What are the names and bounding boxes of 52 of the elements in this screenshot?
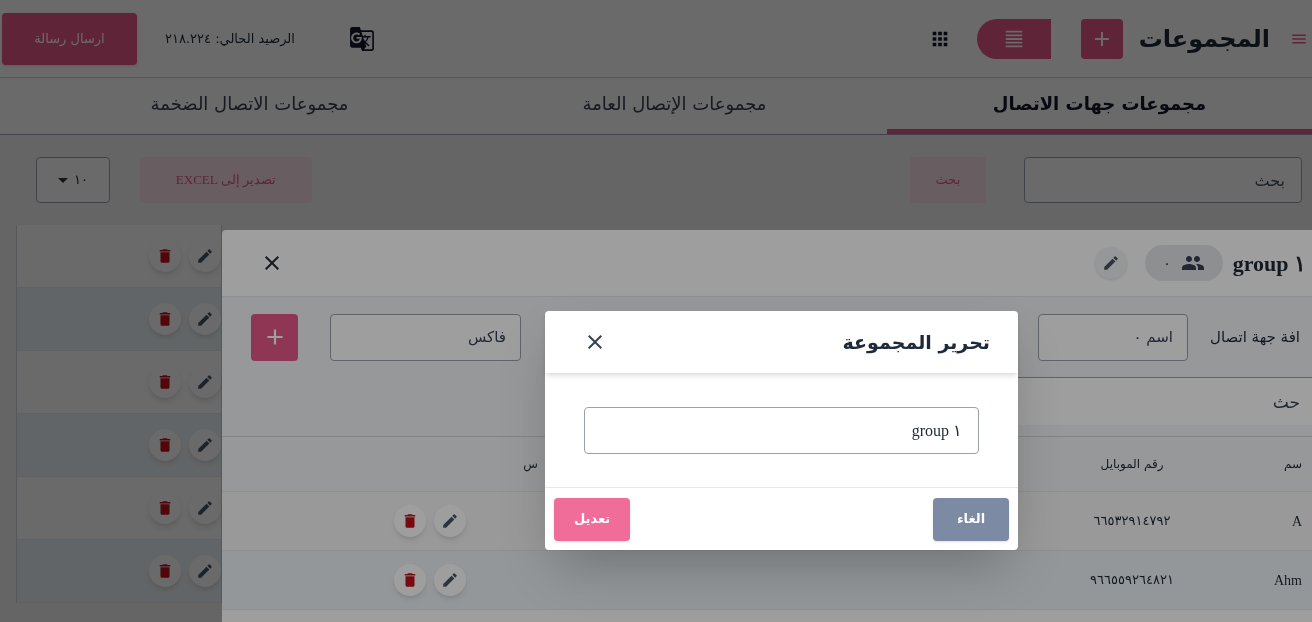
translate-icon[interactable]: [348, 25, 375, 52]
name-field[interactable]: اسم ٠: [1038, 313, 1189, 361]
send-message-button[interactable]: ارسال رسالة: [2, 12, 137, 65]
pencil-icon: [441, 571, 459, 589]
pencil-icon: [441, 512, 459, 530]
pencil-icon: [196, 310, 214, 328]
tab[interactable]: مجموعات الاتصال الضخمة: [37, 78, 462, 134]
column-header: رقم الموبايل: [1099, 456, 1165, 473]
delete-button[interactable]: [149, 429, 181, 461]
page-title: المجموعات: [1138, 23, 1270, 55]
member-count: ٠: [1163, 253, 1171, 273]
edit-button[interactable]: [189, 303, 221, 335]
pencil-icon: [196, 499, 214, 517]
fax-field[interactable]: فاكس: [330, 313, 521, 361]
edit-button[interactable]: [434, 564, 466, 596]
add-contact-label: افة جهة اتصال: [1210, 326, 1300, 348]
pencil-icon: [1102, 254, 1121, 272]
contact-search-field[interactable]: حث: [1018, 377, 1312, 425]
pencil-icon: [196, 373, 214, 391]
delete-button[interactable]: [394, 564, 426, 596]
column-header: سم: [1282, 456, 1302, 473]
table-cell-text: ٦٦٥٣٢٩١٤٧٩٢: [1092, 512, 1172, 531]
edit-button[interactable]: [189, 555, 221, 587]
dialog-title: تحرير المجموعة: [842, 329, 990, 356]
edit-button[interactable]: [189, 429, 221, 461]
pencil-icon: [196, 436, 214, 454]
tab[interactable]: مجموعات جهات الاتصال: [887, 78, 1312, 134]
page-size-select[interactable]: ١٠: [36, 157, 110, 203]
search-button[interactable]: بحث: [910, 157, 986, 203]
export-button[interactable]: تصدير إلى EXCEL: [140, 157, 312, 203]
delete-button[interactable]: [149, 303, 181, 335]
add-button[interactable]: [1080, 18, 1123, 59]
edit-button[interactable]: [1095, 247, 1128, 279]
column-header: س: [523, 456, 538, 473]
add-contact-button[interactable]: [251, 313, 298, 361]
submit-button[interactable]: تعديل: [554, 497, 630, 541]
delete-button[interactable]: [394, 505, 426, 537]
tab[interactable]: مجموعات الإتصال العامة: [462, 78, 887, 134]
pencil-icon: [196, 247, 214, 265]
balance-text: الرصيد الحالي: ٢١٨.٢٢٤: [165, 29, 295, 48]
pencil-icon: [196, 562, 214, 580]
delete-button[interactable]: [149, 555, 181, 587]
table-cell-text: A: [1290, 512, 1302, 531]
edit-button[interactable]: [434, 505, 466, 537]
table-cell-text: ٩٦٦٥٥٩٢٦٤٨٢١: [1089, 571, 1175, 590]
table-cell-text: Ahm: [1273, 571, 1302, 590]
group-title: group ١: [1232, 249, 1306, 278]
list-toggle[interactable]: [976, 18, 1051, 59]
group-name-field[interactable]: group ١: [584, 406, 979, 454]
search-field[interactable]: بحث: [1024, 157, 1302, 203]
caret-icon: [58, 177, 68, 183]
cancel-button[interactable]: الغاء: [933, 497, 1009, 541]
